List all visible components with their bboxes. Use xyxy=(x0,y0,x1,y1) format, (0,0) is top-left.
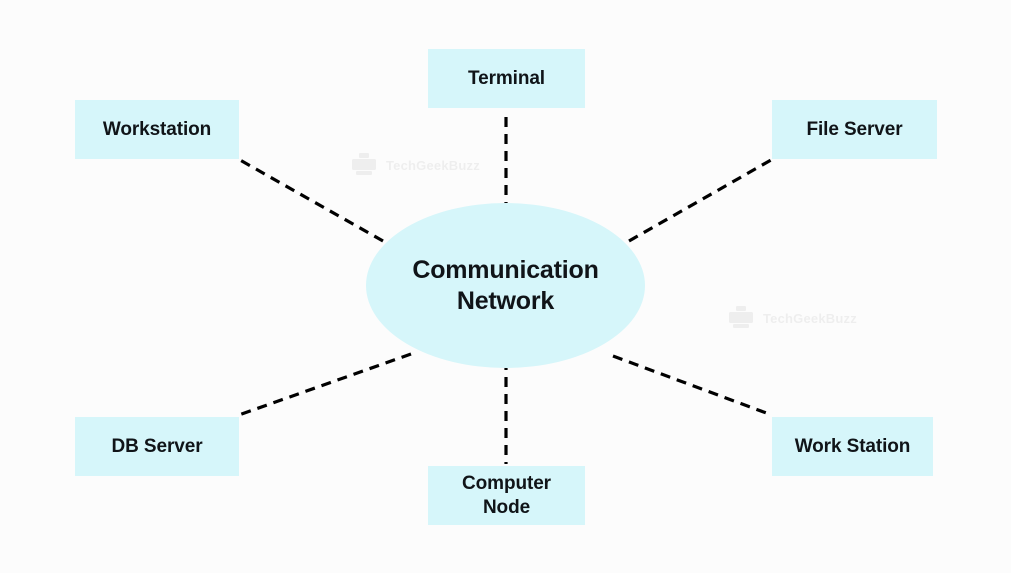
node-db-server-label: DB Server xyxy=(111,435,203,457)
node-terminal[interactable]: Terminal xyxy=(428,49,585,108)
node-work-station[interactable]: Work Station xyxy=(772,417,933,476)
network-diagram-canvas: Communication Network Terminal Workstati… xyxy=(0,0,1011,573)
hub-node-communication-network[interactable]: Communication Network xyxy=(366,203,645,368)
node-computer-node[interactable]: Computer Node xyxy=(428,466,585,525)
connector-hub-to-db-server xyxy=(235,352,412,418)
node-file-server[interactable]: File Server xyxy=(772,100,937,159)
connector-hub-to-file-server xyxy=(628,158,772,243)
node-workstation[interactable]: Workstation xyxy=(75,100,239,159)
node-workstation-label: Workstation xyxy=(102,118,212,140)
hub-node-label: Communication Network xyxy=(412,255,599,315)
node-computer-node-label: Computer Node xyxy=(462,472,551,518)
node-file-server-label: File Server xyxy=(806,118,903,140)
node-work-station-label: Work Station xyxy=(794,435,911,457)
node-terminal-label: Terminal xyxy=(468,67,545,89)
connector-hub-to-workstation xyxy=(239,158,384,243)
connector-hub-to-work-station xyxy=(612,354,770,416)
node-db-server[interactable]: DB Server xyxy=(75,417,239,476)
